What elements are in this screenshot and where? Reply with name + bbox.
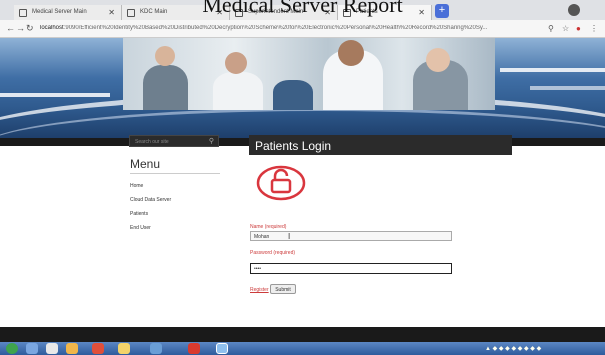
register-link[interactable]: Register <box>250 287 269 293</box>
menu-icon[interactable]: ⋮ <box>590 24 598 33</box>
forward-icon[interactable]: → <box>16 23 25 33</box>
app-icon[interactable] <box>46 343 58 354</box>
url-field[interactable]: localhost:9090/Efficient%20Identity%20Ba… <box>40 25 530 31</box>
doctor-head <box>426 48 450 72</box>
menu-divider <box>130 173 220 174</box>
reload-icon[interactable]: ↻ <box>26 23 34 34</box>
header-banner <box>0 38 605 138</box>
menu-item-cloud-data-server[interactable]: Cloud Data Server <box>130 197 171 203</box>
doctor-figure <box>143 65 188 110</box>
menu-item-home[interactable]: Home <box>130 183 143 189</box>
url-path: :9090/Efficient%20Identity%20Based%20Dis… <box>63 25 488 31</box>
search-icon[interactable]: ⚲ <box>209 137 214 145</box>
name-label: Name (required) <box>250 224 287 230</box>
back-icon[interactable]: ← <box>6 23 15 33</box>
submit-button[interactable]: Submit <box>270 284 296 294</box>
password-input[interactable]: •••• <box>250 263 452 274</box>
banner-stripe <box>530 86 605 90</box>
folder-icon[interactable] <box>118 343 130 354</box>
url-host: localhost <box>40 25 64 31</box>
menu-title: Menu <box>130 157 161 171</box>
lock-icon <box>256 165 306 201</box>
footer-band <box>0 327 605 342</box>
banner-stripe <box>0 93 110 97</box>
menu-item-end-user[interactable]: End User <box>130 225 151 231</box>
app-icon[interactable] <box>216 343 228 354</box>
doctor-figure <box>273 80 313 110</box>
app-icon[interactable] <box>66 343 78 354</box>
menu-item-patients[interactable]: Patients <box>130 211 148 217</box>
search-placeholder: Search our site <box>135 139 169 145</box>
password-label: Password (required) <box>250 250 296 256</box>
zoom-icon[interactable]: ⚲ <box>548 24 554 33</box>
system-tray[interactable]: ▲ ◆ ◆ ◆ ◆ ◆ ◆ ◆ ◆ <box>485 345 541 352</box>
doctor-head <box>338 40 364 66</box>
os-taskbar: ▲ ◆ ◆ ◆ ◆ ◆ ◆ ◆ ◆ <box>0 342 605 355</box>
search-input[interactable]: Search our site ⚲ <box>129 135 219 147</box>
app-icon[interactable] <box>150 343 162 354</box>
pdf-icon[interactable] <box>188 343 200 354</box>
text-cursor-icon: I <box>288 232 291 241</box>
name-input[interactable]: Mohan <box>250 231 452 241</box>
doctor-head <box>225 52 247 74</box>
star-icon[interactable]: ☆ <box>562 24 569 33</box>
doctor-head <box>155 46 175 66</box>
banner-photo <box>123 38 495 110</box>
password-value: •••• <box>254 266 262 272</box>
start-icon[interactable] <box>6 343 18 354</box>
banner-stripe <box>500 68 605 72</box>
doctor-figure <box>213 72 263 110</box>
app-icon[interactable] <box>26 343 38 354</box>
chrome-icon[interactable] <box>92 343 104 354</box>
page-title: Patients Login <box>249 135 512 155</box>
extension-icon[interactable]: ● <box>576 24 581 33</box>
overlay-title: Medical Server Report <box>202 0 403 17</box>
name-value: Mohan <box>254 234 270 240</box>
address-bar: ← → ↻ localhost:9090/Efficient%20Identit… <box>0 20 605 38</box>
